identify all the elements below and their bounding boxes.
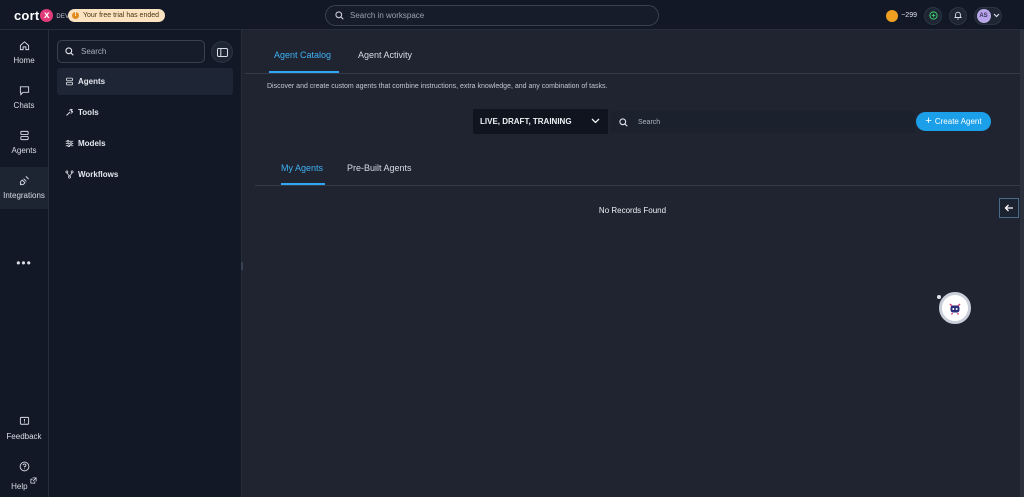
agents-icon [66, 77, 73, 86]
app-window: cort x DEV ! Your free trial has ended Sea… [0, 0, 1024, 497]
rail-label-feedback: Feedback [6, 432, 42, 441]
status-button[interactable] [924, 6, 942, 25]
sidebar-resize-handle[interactable] [241, 262, 243, 270]
sidebar-item-label: Tools [78, 108, 99, 117]
feedback-icon [19, 416, 29, 425]
workspace-search-placeholder: Search in workspace [350, 11, 425, 20]
sidebar-item-tools[interactable]: Tools [57, 99, 233, 126]
main-content: Agent Catalog Agent Activity Discover an… [245, 30, 1020, 497]
rail-label-agents: Agents [11, 146, 37, 155]
tab-pre-built-agents[interactable]: Pre-Built Agents [347, 163, 412, 173]
status-filter-select[interactable]: LIVE, DRAFT, TRAINING [473, 109, 608, 134]
bell-icon [954, 11, 962, 20]
credits-indicator[interactable]: ~299 [886, 9, 917, 22]
create-agent-label: Create Agent [934, 117, 982, 126]
toggle-sidebar-button[interactable] [211, 41, 233, 63]
credits-value: ~299 [901, 12, 917, 19]
app-logo[interactable]: cort x DEV [14, 7, 69, 23]
status-filter-value: LIVE, DRAFT, TRAINING [480, 117, 572, 126]
plug-icon [19, 176, 29, 186]
sidebar-search-placeholder: Search [81, 47, 107, 56]
notifications-button[interactable] [949, 6, 967, 25]
plus-icon: + [925, 115, 932, 127]
rail-item-help[interactable]: Help [0, 461, 48, 491]
rail-item-feedback[interactable]: Feedback [0, 416, 48, 446]
top-right-controls: ~299 AS [886, 6, 1002, 25]
sidebar-item-models[interactable]: Models [57, 130, 233, 157]
chevron-down-icon [993, 13, 999, 18]
sidebar-item-label: Models [78, 139, 106, 148]
sidebar-item-label: Agents [78, 77, 106, 86]
tab-agent-activity[interactable]: Agent Activity [358, 50, 412, 60]
secondary-sidebar: Search Agents Tools Models Workflows [49, 30, 242, 497]
tabs-divider [245, 73, 1020, 74]
search-icon [335, 11, 344, 20]
sidebar-search-input[interactable]: Search [57, 40, 205, 63]
external-link-icon [30, 477, 37, 484]
sidebar-panel-icon [216, 47, 228, 57]
rail-item-chats[interactable]: Chats [0, 85, 48, 121]
logo-mark: x [40, 8, 54, 22]
sidebar-item-label: Workflows [78, 170, 119, 179]
coin-icon [886, 9, 899, 22]
help-icon [19, 461, 29, 472]
assistant-launcher-button[interactable] [939, 292, 971, 324]
create-agent-button[interactable]: + Create Agent [916, 112, 991, 131]
tab-agent-catalog[interactable]: Agent Catalog [274, 50, 331, 60]
usage-icon [928, 11, 938, 20]
trial-ended-badge[interactable]: ! Your free trial has ended [68, 9, 166, 22]
tab-my-agents[interactable]: My Agents [281, 163, 323, 173]
sidebar-item-agents[interactable]: Agents [57, 68, 233, 95]
rail-label-help: Help [11, 477, 37, 491]
top-bar: cort x DEV ! Your free trial has ended Sea… [0, 0, 1024, 30]
subtabs-divider [255, 185, 1020, 186]
page-description: Discover and create custom agents that c… [267, 83, 608, 90]
models-icon [65, 139, 74, 148]
agent-search-input[interactable]: Search [610, 111, 915, 133]
primary-nav-rail: Home Chats Agents Integrations ••• Feedb… [0, 30, 49, 497]
rail-item-integrations[interactable]: Integrations [0, 167, 48, 209]
collapse-panel-button[interactable] [999, 198, 1019, 218]
trial-notice-text: Your free trial has ended [83, 12, 160, 19]
assistant-notification-dot [937, 295, 941, 299]
workflow-icon [65, 170, 74, 179]
avatar: AS [976, 8, 991, 23]
robot-icon [949, 303, 961, 315]
rail-label-chats: Chats [13, 101, 35, 110]
alert-icon: ! [72, 12, 79, 19]
agent-search-placeholder: Search [638, 118, 661, 126]
rail-label-integrations: Integrations [3, 191, 45, 200]
search-icon [65, 47, 74, 56]
home-icon [19, 41, 29, 51]
wrench-icon [66, 108, 73, 116]
more-menu-button[interactable]: ••• [0, 256, 48, 270]
workspace-search-input[interactable]: Search in workspace [325, 5, 659, 26]
arrow-left-icon [1004, 204, 1013, 212]
logo-text: cort [14, 7, 40, 23]
empty-state-message: No Records Found [598, 206, 667, 215]
rail-item-home[interactable]: Home [0, 40, 48, 76]
rail-item-agents[interactable]: Agents [0, 130, 48, 166]
chat-icon [19, 86, 29, 96]
agents-icon [19, 130, 29, 141]
search-icon [619, 117, 628, 127]
chevron-down-icon [591, 118, 600, 124]
rail-label-home: Home [13, 56, 35, 65]
user-menu-button[interactable]: AS [974, 6, 1002, 25]
window-scrollbar[interactable] [1020, 30, 1024, 497]
sidebar-item-workflows[interactable]: Workflows [57, 161, 233, 188]
